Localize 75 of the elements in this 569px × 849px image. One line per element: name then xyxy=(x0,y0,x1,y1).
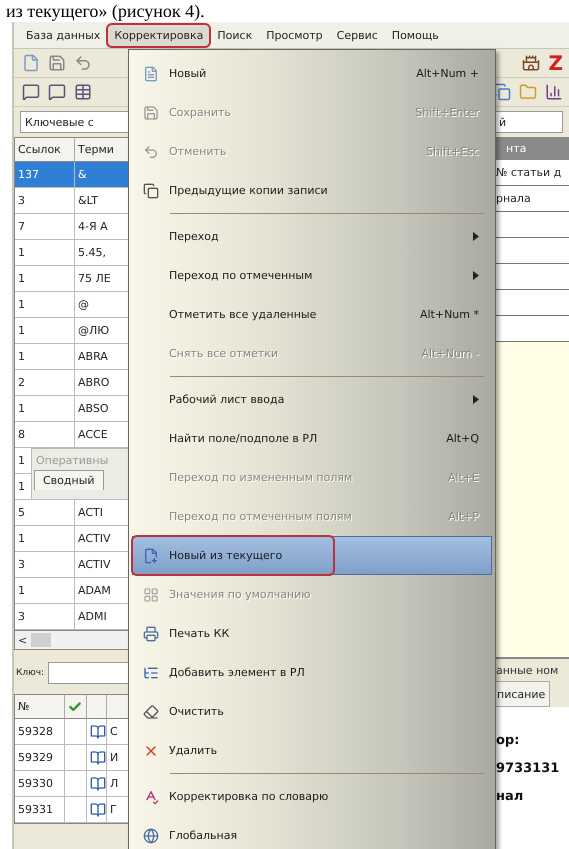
menu-item[interactable]: Удалить xyxy=(132,731,492,770)
table-cell: 1 xyxy=(15,526,75,552)
table-cell: 7 xyxy=(15,214,75,240)
table-cell: 3 xyxy=(15,188,75,214)
caption-text: из текущего» (рисунок 4). xyxy=(5,0,206,22)
menu-item[interactable]: Корректировка по словарю xyxy=(132,777,492,816)
menu-item[interactable]: Глобальная xyxy=(132,816,492,849)
detail-text: ор: xyxy=(496,732,520,750)
column-header[interactable] xyxy=(65,695,87,719)
menu-item[interactable]: Новый из текущего xyxy=(132,536,492,575)
book-icon xyxy=(90,776,106,792)
message-icon[interactable] xyxy=(22,83,40,101)
menu-bar-item[interactable]: Сервис xyxy=(330,24,384,46)
table-cell: 3 xyxy=(15,552,75,578)
table-cell: 5 xyxy=(15,500,75,526)
table-icon[interactable] xyxy=(74,83,92,101)
globe-icon xyxy=(143,828,159,844)
menu-bar-item[interactable]: Помощь xyxy=(386,24,445,46)
detail-text: нал xyxy=(496,788,524,806)
printer-icon xyxy=(143,626,159,642)
column-header[interactable] xyxy=(87,695,107,719)
book-icon xyxy=(90,724,106,740)
column-header[interactable]: Ссылок xyxy=(15,138,75,162)
status-text: анные ном xyxy=(495,662,560,678)
bar-chart-icon[interactable] xyxy=(545,83,563,101)
table-cell: 59328 xyxy=(15,719,65,745)
document-icon xyxy=(143,66,159,82)
table-cell: 1 xyxy=(15,292,75,318)
menu-item[interactable]: Очистить xyxy=(132,692,492,731)
new-document-icon xyxy=(143,548,159,564)
scroll-thumb[interactable] xyxy=(31,633,52,647)
copies-icon[interactable] xyxy=(493,83,511,101)
save-icon xyxy=(143,104,159,120)
table-cell: 3 xyxy=(15,604,75,630)
menu-bar-item[interactable]: Корректировка xyxy=(108,24,210,46)
eraser-icon xyxy=(143,704,159,720)
menu-item[interactable]: Новый Alt+Num + xyxy=(132,54,492,93)
table-cell: 1 xyxy=(15,240,75,266)
table-cell: 137 xyxy=(15,162,75,188)
menu-bar-item[interactable]: Поиск xyxy=(211,24,258,46)
table-cell: 59329 xyxy=(15,745,65,771)
castle-icon[interactable] xyxy=(522,54,540,72)
scroll-left-button[interactable]: < xyxy=(18,634,28,646)
toolbar-letter[interactable]: Z xyxy=(548,51,563,75)
save-icon[interactable] xyxy=(48,54,66,72)
submenu-arrow-icon xyxy=(473,271,479,280)
table-cell: 2 xyxy=(15,370,75,396)
undo-icon[interactable] xyxy=(74,54,92,72)
table-cell: 1 xyxy=(15,318,75,344)
table-cell: 1 xyxy=(15,344,75,370)
table-cell: 1 xyxy=(15,396,75,422)
search-field[interactable]: й xyxy=(494,111,563,133)
column-header[interactable]: № xyxy=(15,695,65,719)
message-icon[interactable] xyxy=(48,83,66,101)
book-icon xyxy=(90,750,106,766)
document-icon[interactable] xyxy=(22,54,40,72)
folder-icon[interactable] xyxy=(519,83,537,101)
table-cell: 1 xyxy=(15,578,75,604)
menu-item[interactable]: Добавить элемент в РЛ xyxy=(132,653,492,692)
table-cell: 1 xyxy=(15,266,75,292)
field-label: Ключ: xyxy=(16,668,44,678)
book-icon xyxy=(90,802,106,818)
panel-tab[interactable]: Сводный xyxy=(34,470,104,490)
grid-icon xyxy=(143,586,159,602)
detail-text: 9733131 xyxy=(496,760,560,778)
submenu-arrow-icon xyxy=(473,232,479,241)
table-cell: 59330 xyxy=(15,771,65,797)
menu-bar-item[interactable]: База данных xyxy=(20,24,106,46)
table-cell: 8 xyxy=(15,422,75,448)
undo-icon xyxy=(143,144,159,160)
copies-icon xyxy=(143,182,159,198)
table-cell: 59331 xyxy=(15,797,65,823)
submenu-arrow-icon xyxy=(473,395,479,404)
menu-bar-item[interactable]: Просмотр xyxy=(260,24,329,46)
tree-list-icon xyxy=(143,664,159,680)
